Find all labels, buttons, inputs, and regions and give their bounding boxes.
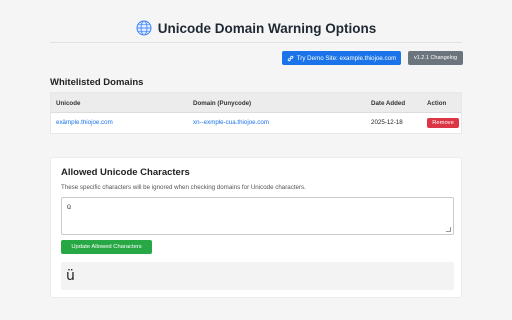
changelog-button[interactable]: v1.2.1 Changelog bbox=[408, 51, 463, 65]
demo-site-label: Try Demo Site: example.thiojoe.com bbox=[296, 54, 397, 62]
allowed-characters-description: These specific characters will be ignore… bbox=[61, 184, 306, 191]
allowed-characters-textarea[interactable]: ü bbox=[61, 197, 454, 235]
date-added-value: 2025-12-18 bbox=[371, 119, 403, 126]
resize-grip-icon[interactable] bbox=[446, 227, 451, 232]
allowed-characters-preview: ü bbox=[61, 262, 454, 290]
demo-site-button[interactable]: Try Demo Site: example.thiojoe.com bbox=[282, 51, 401, 65]
column-header-punycode: Domain (Punycode) bbox=[193, 100, 252, 107]
update-allowed-button[interactable]: Update Allowed Characters bbox=[61, 240, 152, 254]
link-icon bbox=[287, 55, 294, 61]
globe-icon bbox=[136, 20, 152, 36]
title-row: Unicode Domain Warning Options bbox=[50, 20, 462, 36]
whitelist-table: Unicode Domain (Punycode) Date Added Act… bbox=[50, 92, 462, 134]
page-title: Unicode Domain Warning Options bbox=[157, 20, 377, 36]
punycode-domain-link[interactable]: xn--exmple-cua.thiojoe.com bbox=[193, 119, 269, 126]
page-header: Unicode Domain Warning Options bbox=[50, 20, 462, 43]
textarea-value: ü bbox=[67, 204, 71, 211]
allowed-characters-title: Allowed Unicode Characters bbox=[61, 167, 190, 178]
column-header-date-added: Date Added bbox=[371, 100, 406, 107]
column-header-action: Action bbox=[427, 100, 447, 107]
whitelist-title: Whitelisted Domains bbox=[50, 77, 144, 88]
remove-button[interactable]: Remove bbox=[427, 118, 459, 128]
unicode-domain-link[interactable]: exämple.thiojoe.com bbox=[56, 119, 113, 126]
column-header-unicode: Unicode bbox=[56, 100, 81, 107]
allowed-characters-card: Allowed Unicode Characters These specifi… bbox=[50, 157, 462, 298]
